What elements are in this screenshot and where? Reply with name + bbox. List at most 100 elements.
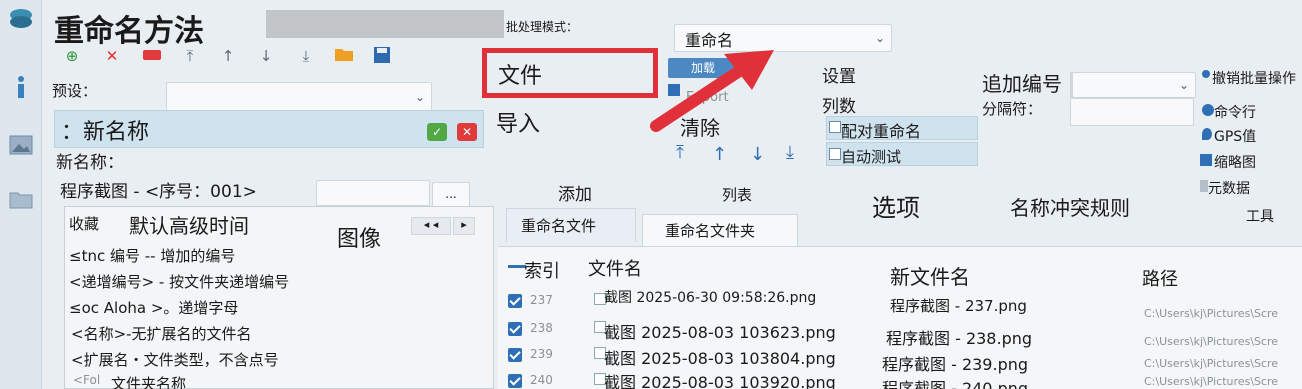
undo-batch-label[interactable]: 撤销批量操作	[1212, 68, 1296, 88]
append-number-select[interactable]: ⌄	[1072, 72, 1196, 98]
row-filename: 截图 2025-08-03 103804.png	[604, 349, 836, 368]
more-button[interactable]: ...	[432, 182, 470, 208]
layers-icon[interactable]	[8, 6, 34, 32]
move-bottom-icon[interactable]: ⤓	[296, 46, 316, 66]
undo-icon	[1202, 70, 1210, 78]
chevron-down-icon: ⌄	[874, 31, 885, 45]
save-icon[interactable]	[372, 46, 392, 66]
add-icon[interactable]: ⊕	[62, 46, 82, 66]
tab-default[interactable]: 默认	[129, 210, 169, 239]
new-name-field[interactable]	[316, 180, 430, 206]
columns-label: 列数	[822, 97, 856, 117]
row-checkbox[interactable]	[508, 374, 522, 388]
row-checkbox[interactable]	[508, 348, 522, 362]
list-move-top-icon[interactable]: ⤒	[676, 142, 684, 163]
token-list: 收藏 默认 高级 时间 图像 ◂ ◂ ▸ ≤tnc 编号 -- 增加的编号 <递…	[64, 206, 494, 389]
new-name-header: ：新名称	[61, 120, 150, 145]
info-icon[interactable]	[8, 74, 34, 100]
settings-label: 设置	[822, 67, 856, 87]
cancel-icon[interactable]: ✕	[457, 123, 477, 141]
col-header-new-filename[interactable]: 新文件名	[890, 261, 970, 290]
tokens-header: 收藏	[69, 215, 100, 233]
tab-scroll-right[interactable]: ▸	[453, 217, 475, 235]
append-number-label: 追加编号	[982, 72, 1062, 96]
list-move-down-icon[interactable]: ↓	[750, 144, 765, 165]
auto-test-checkbox[interactable]	[829, 148, 841, 160]
side-item-cmdline[interactable]: 命令行	[1214, 102, 1256, 122]
options-label: 选项	[872, 194, 920, 222]
auto-test-label: 自动测试	[841, 148, 902, 166]
move-up-icon[interactable]: ↑	[218, 46, 238, 66]
move-top-icon[interactable]: ⤒	[180, 46, 200, 66]
cmdline-icon	[1202, 104, 1214, 116]
file-label[interactable]: 文件	[498, 58, 542, 90]
preset-select[interactable]: ⌄	[166, 82, 432, 112]
row-filename: 截图 2025-08-03 103920.png	[604, 373, 836, 389]
file-table: 索引 文件名 新文件名 路径 237 截图 2025-06-30 09:58:2…	[498, 246, 1302, 389]
table-row[interactable]: 238 截图 2025-08-03 103623.png 程序截图 - 238.…	[498, 317, 1302, 348]
token-item[interactable]: 文件夹名称	[111, 373, 186, 389]
tab-image[interactable]: 图像	[337, 221, 381, 253]
separator-label: 分隔符：	[982, 100, 1043, 118]
list-group-label: 列表	[722, 186, 753, 204]
thumbnail-icon	[1200, 154, 1212, 166]
row-checkbox[interactable]	[508, 294, 522, 308]
erase-icon[interactable]	[142, 46, 162, 66]
chevron-down-icon: ⌄	[414, 90, 425, 104]
conflict-rules-label: 名称冲突规则	[1010, 196, 1130, 220]
table-row[interactable]: 240 截图 2025-08-03 103920.png 程序截图 - 240.…	[498, 369, 1302, 389]
row-index: 238	[530, 321, 553, 335]
row-index: 239	[530, 347, 553, 361]
tab-rename-folders-label: 重命名文件夹	[665, 222, 756, 240]
separator-field[interactable]	[1070, 98, 1194, 126]
move-down-icon[interactable]: ↓	[256, 46, 276, 66]
list-move-bottom-icon[interactable]: ⤓	[786, 142, 794, 163]
token-item[interactable]: <名称>-无扩展名的文件名	[71, 323, 252, 344]
side-item-gps[interactable]: GPS值	[1214, 126, 1256, 146]
token-item[interactable]: <扩展名・文件类型，不含点号	[71, 349, 279, 370]
open-folder-icon[interactable]	[334, 46, 354, 66]
list-move-up-icon[interactable]: ↑	[712, 144, 727, 165]
arrow-annotation-icon	[650, 50, 774, 132]
icon-rail	[0, 0, 42, 389]
table-row[interactable]: 237 截图 2025-06-30 09:58:26.png 程序截图 - 23…	[498, 287, 1302, 320]
tab-rename-files[interactable]: 重命名文件	[506, 208, 636, 242]
gps-icon	[1202, 128, 1212, 140]
tab-rename-files-label: 重命名文件	[521, 217, 597, 235]
preset-label: 预设：	[52, 82, 98, 100]
auto-test-option[interactable]: 自动测试	[826, 142, 978, 166]
row-index: 240	[530, 373, 553, 387]
table-row[interactable]: 239 截图 2025-08-03 103804.png 程序截图 - 239.…	[498, 343, 1302, 374]
title-blur	[266, 10, 504, 38]
image-icon[interactable]	[8, 132, 34, 158]
batch-mode-label: 批处理模式：	[506, 20, 579, 34]
token-item[interactable]: ≤tnc 编号 -- 增加的编号	[69, 245, 235, 266]
row-new-filename: 程序截图 - 240.png	[882, 379, 1029, 389]
col-header-index[interactable]: 索引	[524, 257, 560, 283]
token-item[interactable]: <递增编号> - 按文件夹递增编号	[69, 271, 289, 292]
pair-rename-option[interactable]: 配对重命名	[826, 116, 978, 141]
row-checkbox[interactable]	[508, 322, 522, 336]
tools-label: 工具	[1246, 209, 1274, 225]
confirm-icon[interactable]: ✓	[427, 123, 447, 141]
tab-time[interactable]: 时间	[209, 210, 249, 239]
token-item[interactable]: ≤oc Aloha >。递增字母	[69, 297, 238, 318]
side-item-metadata[interactable]: 元数据	[1208, 178, 1250, 198]
tab-advanced[interactable]: 高级	[169, 210, 209, 239]
import-label[interactable]: 导入	[496, 106, 540, 138]
pair-rename-checkbox[interactable]	[829, 121, 841, 133]
new-name-header-bar: ：新名称 ✓ ✕	[54, 110, 484, 148]
delete-icon[interactable]: ✕	[102, 46, 122, 66]
add-group-label: 添加	[558, 185, 592, 205]
new-name-label: 新名称：	[56, 153, 124, 173]
panel-title: 重命名方法	[54, 14, 204, 49]
tab-rename-folders[interactable]: 重命名文件夹	[642, 214, 798, 246]
col-header-filename[interactable]: 文件名	[588, 255, 642, 281]
row-index: 237	[530, 293, 553, 307]
folder-icon[interactable]	[8, 186, 34, 212]
row-path: C:\Users\kj\Pictures\Scre	[1144, 375, 1279, 388]
chevron-down-icon: ⌄	[1178, 78, 1189, 92]
new-name-value: 程序截图 - <序号：001>	[60, 182, 257, 202]
tab-scroll-left[interactable]: ◂ ◂	[411, 217, 451, 235]
side-item-thumbnail[interactable]: 缩略图	[1214, 152, 1256, 172]
